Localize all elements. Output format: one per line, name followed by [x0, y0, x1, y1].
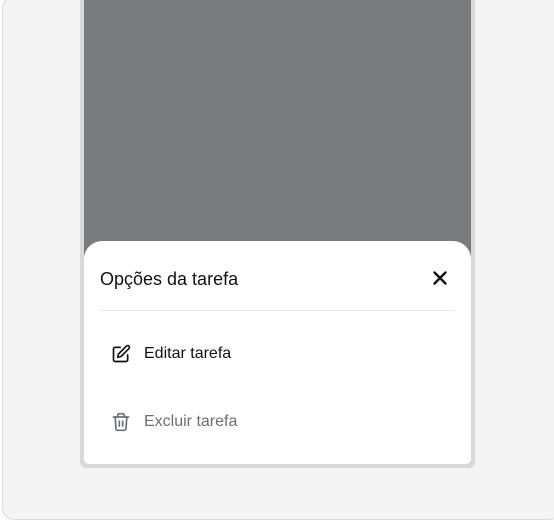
edit-task-button[interactable]: Editar tarefa [110, 340, 455, 368]
delete-task-label: Excluir tarefa [144, 413, 238, 430]
task-options-sheet: Opções da tarefa Editar tarefa Excluir t… [84, 241, 471, 464]
close-button[interactable] [429, 267, 451, 289]
sheet-header: Opções da tarefa [100, 241, 455, 311]
sheet-title: Opções da tarefa [100, 269, 239, 289]
screen-overlay[interactable]: Opções da tarefa Editar tarefa Excluir t… [84, 0, 471, 464]
edit-icon [110, 343, 132, 365]
trash-icon [110, 411, 132, 433]
edit-task-label: Editar tarefa [144, 345, 232, 362]
device-frame: Opções da tarefa Editar tarefa Excluir t… [80, 0, 475, 468]
close-icon [433, 271, 447, 285]
delete-task-button[interactable]: Excluir tarefa [110, 408, 455, 436]
